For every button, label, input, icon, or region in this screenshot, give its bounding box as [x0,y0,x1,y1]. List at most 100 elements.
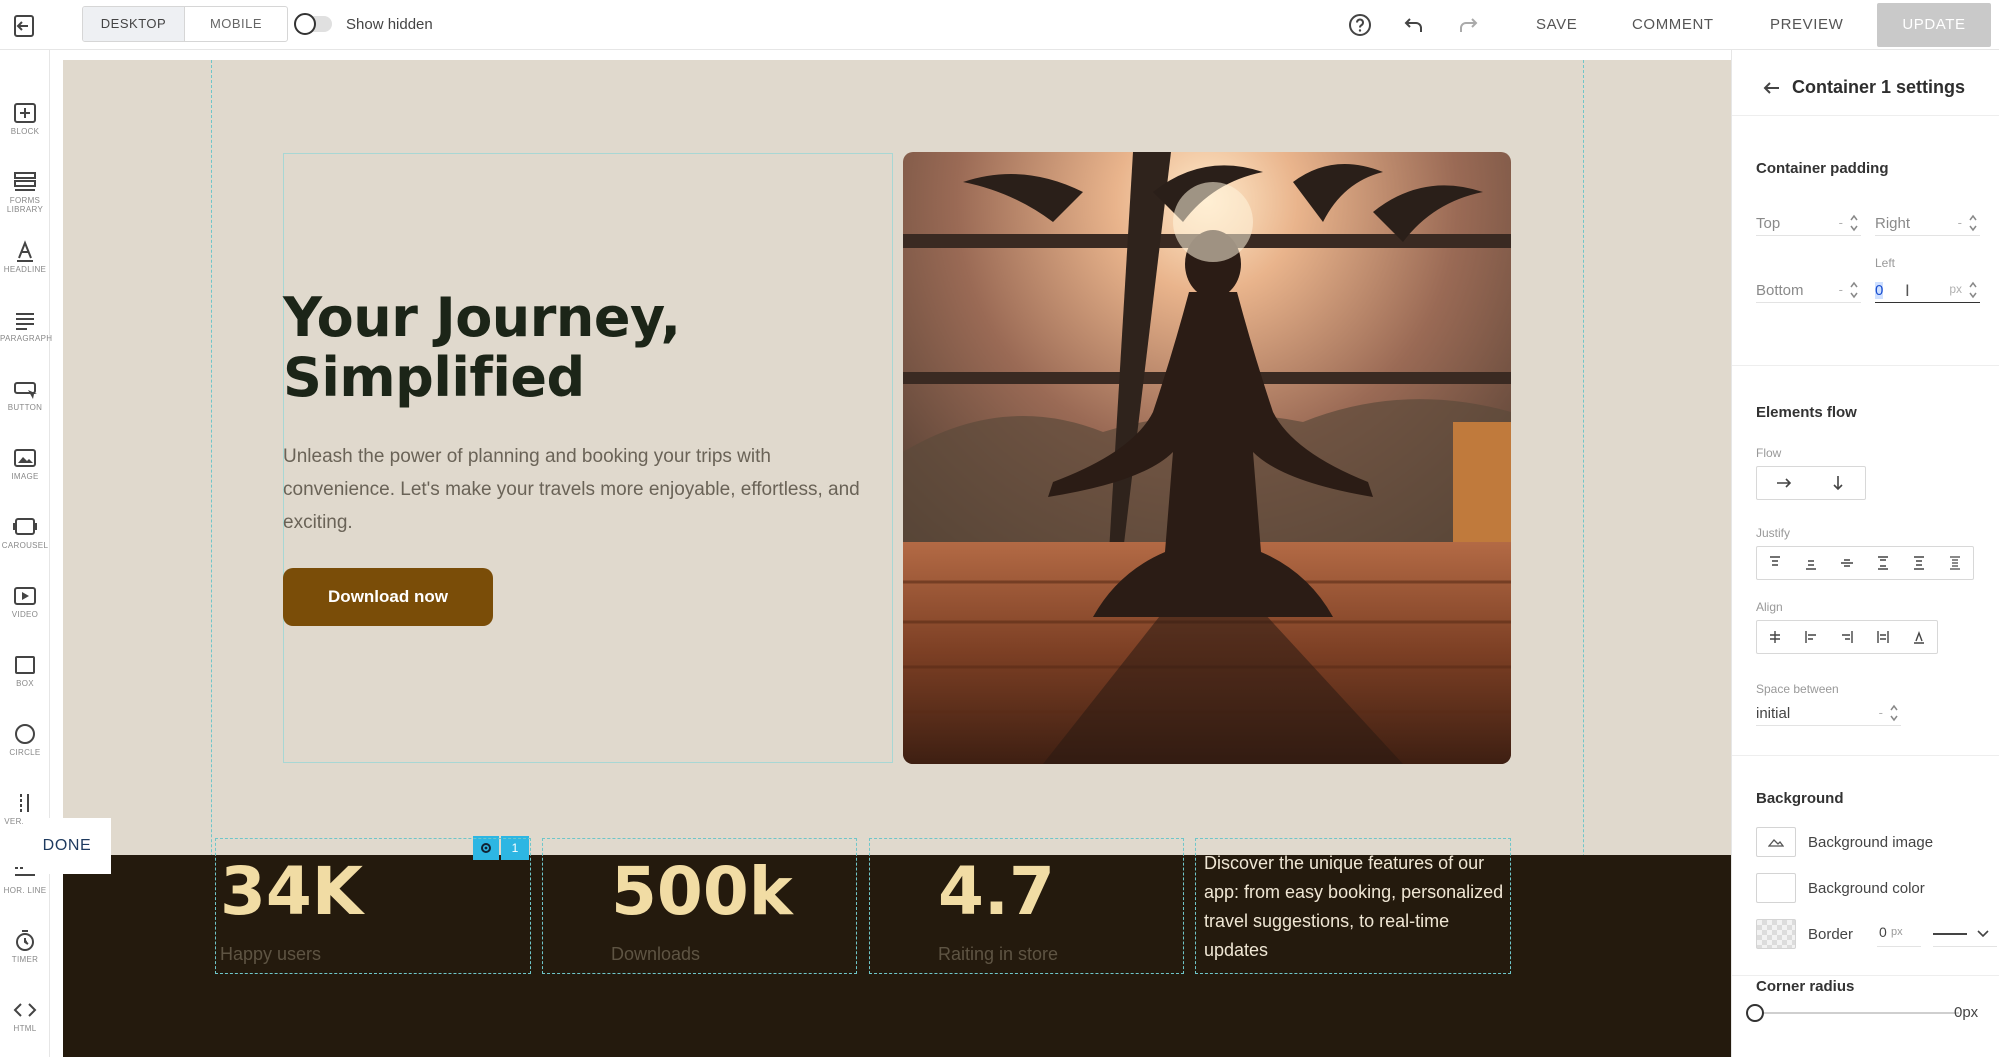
align-stretch-button[interactable] [1757,621,1793,653]
save-button[interactable]: SAVE [1536,16,1577,33]
justify-evenly-button[interactable] [1937,547,1973,579]
tool-box[interactable]: BOX [0,647,50,703]
tool-paragraph[interactable]: PARAGRAPH [0,302,52,358]
tool-circle[interactable]: CIRCLE [0,716,50,772]
justify-start-icon [1770,556,1780,566]
stat-card-rating[interactable]: 4.7 Raiting in store [869,838,1184,974]
corner-radius-slider-thumb[interactable] [1746,1004,1764,1022]
background-image-option[interactable]: Background image [1756,827,1933,857]
carousel-icon [13,518,37,535]
padding-right-field[interactable]: Right - [1875,210,1980,236]
solid-line-preview [1933,932,1968,935]
stat-value: 4.7 [938,853,1055,930]
stat-label: Downloads [611,944,701,964]
tool-block[interactable]: BLOCK [0,95,50,151]
tool-carousel[interactable]: CAROUSEL [0,509,50,565]
background-image-swatch[interactable] [1756,827,1796,857]
border-label: Border [1808,925,1854,943]
arrow-down-icon [1833,476,1843,491]
undo-button[interactable] [1401,12,1427,38]
headline-icon [17,240,33,262]
hero-paragraph[interactable]: Unleash the power of planning and bookin… [283,440,883,539]
show-hidden-toggle[interactable]: Show hidden [294,13,433,35]
stat-value: 500k [611,853,793,930]
padding-top-field[interactable]: Top - [1756,210,1861,236]
stat-card-description[interactable]: Discover the unique features of our app:… [1195,838,1511,974]
align-end-button[interactable] [1829,621,1865,653]
comment-button[interactable]: COMMENT [1632,16,1714,33]
show-hidden-switch[interactable] [294,13,332,35]
preview-button[interactable]: PREVIEW [1770,16,1843,33]
flow-horizontal-button[interactable] [1757,467,1811,499]
stepper-icon[interactable] [1968,280,1978,300]
exit-editor-button[interactable] [10,12,38,40]
exit-icon [14,15,34,37]
border-width-field[interactable]: 0 px [1877,921,1922,947]
corner-radius-value: 0px [1954,1004,1979,1021]
align-baseline-icon [1914,631,1924,644]
align-start-icon [1805,631,1816,643]
background-color-label: Background color [1808,879,1925,897]
corner-radius-slider[interactable] [1746,1004,1959,1022]
tab-mobile[interactable]: MOBILE [185,7,287,41]
justify-between-button[interactable] [1865,547,1901,579]
add-block-icon [14,103,36,123]
stat-card-downloads[interactable]: 500k Downloads [542,838,857,974]
hero-headline[interactable]: Your Journey, Simplified [283,288,883,408]
tool-video[interactable]: VIDEO [0,578,50,634]
padding-left-field[interactable]: 0 I px [1875,277,1980,303]
stepper-icon[interactable] [1849,213,1859,233]
box-icon [15,656,35,674]
justify-center-button[interactable] [1829,547,1865,579]
padding-title: Container padding [1756,160,1889,177]
panel-header-section: Container 1 settings [1732,50,1999,116]
settings-panel: Container 1 settings Container padding T… [1731,50,1999,1057]
help-button[interactable] [1347,12,1373,38]
justify-start-button[interactable] [1757,547,1793,579]
flow-vertical-button[interactable] [1811,467,1865,499]
image-icon [14,449,36,467]
redo-button[interactable] [1455,12,1481,38]
justify-end-icon [1806,560,1816,570]
timer-icon [16,930,34,951]
stepper-icon[interactable] [1968,213,1978,233]
background-image-label: Background image [1808,833,1934,851]
tool-headline[interactable]: HEADLINE [0,233,50,289]
stat-card-users[interactable]: 34K Happy users [215,838,531,974]
border-option[interactable]: Border 0 px [1756,919,1998,949]
justify-end-button[interactable] [1793,547,1829,579]
align-center-button[interactable] [1865,621,1901,653]
align-baseline-button[interactable] [1901,621,1937,653]
tab-desktop[interactable]: DESKTOP [83,7,185,41]
vertical-line-icon [20,794,29,812]
tool-timer[interactable]: TIMER [0,923,50,979]
padding-section: Container padding Top - Right - Left Bot… [1732,116,1999,366]
justify-label: Justify [1756,526,1791,540]
tool-forms-library[interactable]: FORMS LIBRARY [0,164,50,220]
device-toggle: DESKTOP MOBILE [82,6,288,42]
background-color-swatch[interactable] [1756,873,1796,903]
update-button[interactable]: UPDATE [1877,3,1991,47]
stepper-icon[interactable] [1889,703,1899,723]
tool-image[interactable]: IMAGE [0,440,50,496]
background-color-option[interactable]: Background color [1756,873,1925,903]
border-style-select[interactable] [1933,921,1998,947]
justify-around-button[interactable] [1901,547,1937,579]
stepper-icon[interactable] [1849,280,1859,300]
padding-bottom-field[interactable]: Bottom - [1756,277,1861,303]
done-button[interactable]: DONE [23,818,111,874]
justify-around-icon [1914,556,1924,570]
space-between-field[interactable]: initial - [1756,700,1901,726]
align-center-icon [1877,631,1889,643]
stat-label: Happy users [220,944,322,964]
tool-html[interactable]: HTML [0,992,50,1048]
align-end-icon [1842,631,1853,643]
forms-icon [14,172,36,191]
yoga-sunset-photo [903,152,1511,764]
back-arrow-icon[interactable] [1762,81,1780,95]
hero-image[interactable] [903,152,1511,764]
border-color-swatch[interactable] [1756,919,1796,949]
tool-button[interactable]: BUTTON [0,371,50,427]
align-start-button[interactable] [1793,621,1829,653]
download-now-button[interactable]: Download now [283,568,493,626]
